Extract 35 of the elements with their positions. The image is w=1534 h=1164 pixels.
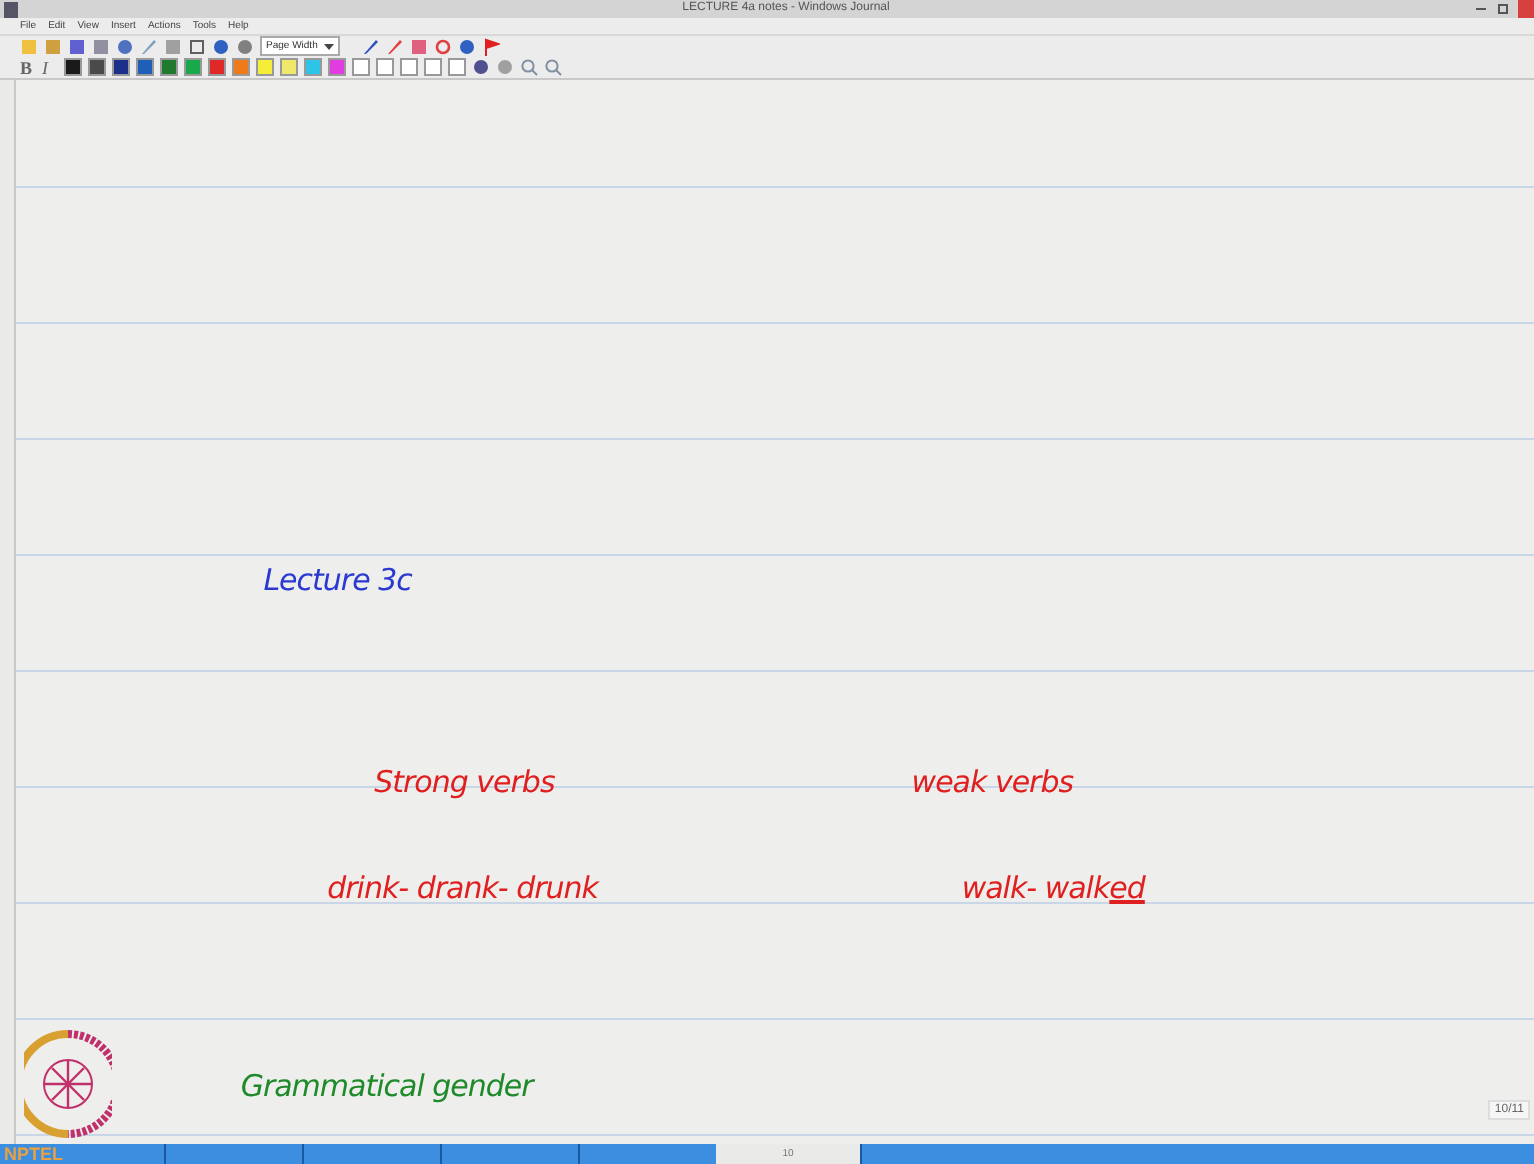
color-swatch[interactable] (64, 58, 82, 76)
caret-icon (323, 43, 334, 49)
nptel-logo-icon (24, 1028, 112, 1140)
taskbar-segment (302, 1144, 440, 1164)
color-swatch[interactable] (112, 58, 130, 76)
taskbar-segment (164, 1144, 302, 1164)
color-swatch[interactable] (232, 58, 250, 76)
handwritten-note: weak verbs (911, 764, 1074, 801)
color-swatch[interactable] (160, 58, 178, 76)
handwritten-note: walk- walked (961, 870, 1145, 907)
bold-button[interactable]: B (20, 57, 36, 77)
handwritten-note: Grammatical gender (240, 1067, 533, 1104)
italic-button[interactable]: I (42, 57, 58, 77)
color-swatch[interactable] (304, 58, 322, 76)
color-swatch[interactable] (208, 58, 226, 76)
color-swatch[interactable] (400, 58, 418, 76)
color-swatch[interactable] (184, 58, 202, 76)
color-swatch[interactable] (136, 58, 154, 76)
color-swatch[interactable] (352, 58, 370, 76)
color-swatch[interactable] (328, 58, 346, 76)
handwritten-note: Lecture 3c (263, 562, 412, 599)
color-swatch[interactable] (448, 58, 466, 76)
flag-icon[interactable] (481, 37, 500, 55)
taskbar-segment (440, 1144, 578, 1164)
logo-text: NPTEL (0, 1144, 164, 1164)
color-swatch[interactable] (280, 58, 298, 76)
color-swatch[interactable] (88, 58, 106, 76)
zoom-in-icon[interactable] (520, 58, 538, 76)
handwritten-note: Strong verbs (374, 764, 555, 801)
taskbar-segment (578, 1144, 716, 1164)
handwritten-note: drink- drank- drunk (327, 870, 598, 907)
color-swatch[interactable] (256, 58, 274, 76)
maximize-button[interactable] (1498, 4, 1508, 14)
color-swatch[interactable] (424, 58, 442, 76)
color-swatch[interactable] (376, 58, 394, 76)
